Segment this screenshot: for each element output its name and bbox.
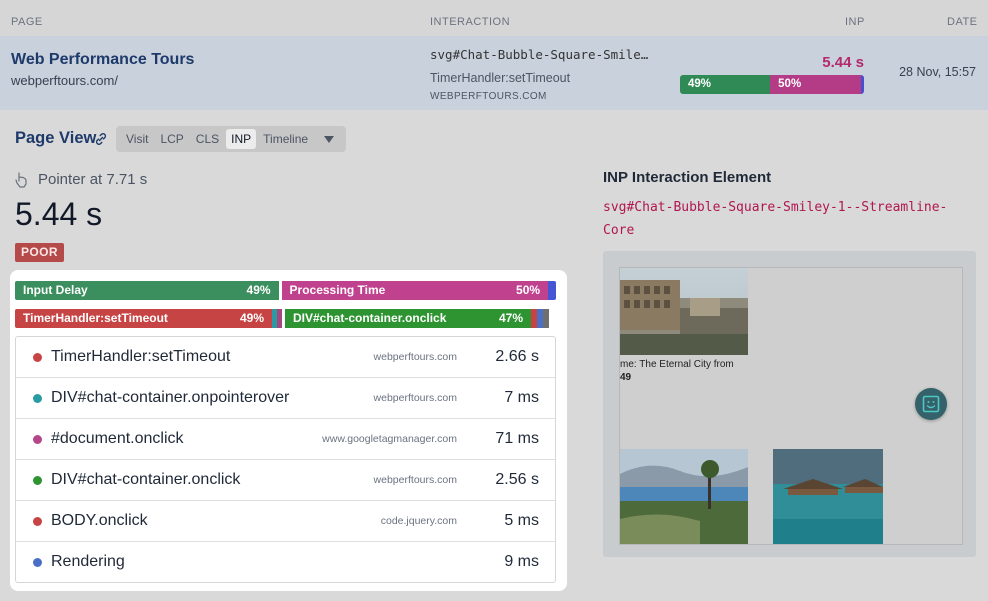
script-breakdown-bar: TimerHandler:setTimeout 49% DIV#chat-conta… — [15, 309, 556, 328]
list-item[interactable]: Rendering 9 ms — [16, 542, 555, 583]
preview-caption-number: 49 — [620, 372, 632, 383]
table-header: PAGE INTERACTION INP DATE — [0, 0, 988, 36]
script-name: Rendering — [51, 553, 125, 570]
tab-timeline[interactable]: Timeline — [258, 129, 313, 149]
color-dot — [33, 517, 42, 526]
script-domain: webperftours.com — [373, 392, 457, 404]
chevron-down-icon[interactable] — [324, 135, 335, 143]
color-dot — [33, 558, 42, 567]
script-duration: 5 ms — [504, 512, 539, 529]
preview-caption: me: The Eternal City from — [620, 359, 734, 370]
phase-segment-label: Processing Time — [289, 283, 386, 297]
column-header-inp[interactable]: INP — [845, 16, 865, 28]
link-icon[interactable] — [93, 131, 109, 147]
script-segment[interactable] — [543, 309, 549, 328]
coast-photo — [620, 449, 748, 544]
script-domain: webperftours.com — [373, 351, 457, 363]
script-domain: webperftours.com — [373, 474, 457, 486]
row-page-url: webperftours.com/ — [11, 73, 118, 88]
column-header-interaction[interactable]: INTERACTION — [430, 16, 510, 28]
row-interaction-domain: WEBPERFTOURS.COM — [430, 91, 547, 102]
list-item[interactable]: #document.onclick www.googletagmanager.c… — [16, 419, 555, 460]
script-name: TimerHandler:setTimeout — [51, 348, 231, 365]
script-name: #document.onclick — [51, 430, 184, 447]
phase-segment[interactable] — [548, 281, 556, 300]
script-name: DIV#chat-container.onpointerover — [51, 389, 290, 406]
tab-inp[interactable]: INP — [226, 129, 257, 149]
phase-segment-percent: 49% — [246, 283, 271, 297]
script-duration: 2.66 s — [495, 348, 539, 365]
interaction-element-selector: svg#Chat-Bubble-Square-Smiley-1--Streaml… — [603, 200, 948, 238]
chat-bubble-smiley-icon[interactable] — [915, 388, 947, 420]
row-bar-segment — [861, 75, 864, 94]
script-duration: 9 ms — [504, 553, 539, 570]
script-segment-percent: 47% — [498, 311, 523, 325]
phase-segment-percent: 50% — [516, 283, 541, 297]
list-item[interactable]: DIV#chat-container.onclick webperftours.… — [16, 460, 555, 501]
script-segment[interactable]: DIV#chat-container.onclick 47% — [285, 309, 531, 328]
tab-cls[interactable]: CLS — [191, 129, 224, 149]
column-header-date[interactable]: DATE — [947, 16, 978, 28]
color-dot — [33, 353, 42, 362]
lagoon-photo — [773, 449, 883, 544]
color-dot — [33, 394, 42, 403]
colosseum-photo — [620, 268, 748, 355]
element-page-screenshot: me: The Eternal City from 49 — [619, 267, 963, 545]
color-dot — [33, 476, 42, 485]
script-domain: www.googletagmanager.com — [322, 433, 457, 445]
row-bar-segment: 49% — [680, 75, 771, 94]
list-item[interactable]: TimerHandler:setTimeout webperftours.com… — [16, 337, 555, 378]
rating-badge: POOR — [15, 243, 64, 262]
script-segment-label: DIV#chat-container.onclick — [293, 311, 447, 325]
list-item[interactable]: BODY.onclick code.jquery.com 5 ms — [16, 501, 555, 542]
script-name: BODY.onclick — [51, 512, 148, 529]
script-segment[interactable]: TimerHandler:setTimeout 49% — [15, 309, 272, 328]
list-item[interactable]: DIV#chat-container.onpointerover webperf… — [16, 378, 555, 419]
inp-value: 5.44 s — [15, 196, 103, 232]
tab-visit[interactable]: Visit — [121, 129, 153, 149]
row-bar-segment: 50% — [770, 75, 862, 94]
script-list: TimerHandler:setTimeout webperftours.com… — [15, 336, 556, 583]
page-view-tabs: Visit LCP CLS INP Timeline — [116, 126, 347, 152]
row-inp-breakdown-bar: 49% 50% — [680, 75, 864, 94]
interaction-element-title: INP Interaction Element — [603, 169, 772, 186]
script-duration: 2.56 s — [495, 471, 539, 488]
script-duration: 7 ms — [504, 389, 539, 406]
pointer-event-info: Pointer at 7.71 s — [15, 171, 147, 188]
tab-lcp[interactable]: LCP — [155, 129, 188, 149]
phase-segment-label: Input Delay — [23, 283, 88, 297]
phase-segment[interactable]: Input Delay 49% — [15, 281, 279, 300]
row-interaction-target: svg#Chat-Bubble-Square-Smile… — [430, 47, 649, 62]
pointer-label: Pointer at 7.71 s — [38, 171, 148, 188]
color-dot — [33, 435, 42, 444]
pointer-icon — [15, 171, 27, 188]
row-date: 28 Nov, 15:57 — [899, 65, 976, 79]
page-view-title: Page View — [15, 129, 97, 147]
row-inp-value: 5.44 s — [822, 54, 864, 71]
phase-breakdown-bar: Input Delay 49% Processing Time 50% — [15, 281, 556, 300]
script-segment-label: TimerHandler:setTimeout — [23, 311, 168, 325]
script-segment-percent: 49% — [239, 311, 264, 325]
row-page-title: Web Performance Tours — [11, 51, 195, 68]
column-header-page[interactable]: PAGE — [11, 16, 43, 28]
script-name: DIV#chat-container.onclick — [51, 471, 241, 488]
script-duration: 71 ms — [495, 430, 539, 447]
row-interaction-handler: TimerHandler:setTimeout — [430, 71, 571, 85]
script-domain: code.jquery.com — [380, 515, 457, 527]
phase-segment[interactable]: Processing Time 50% — [281, 281, 549, 300]
